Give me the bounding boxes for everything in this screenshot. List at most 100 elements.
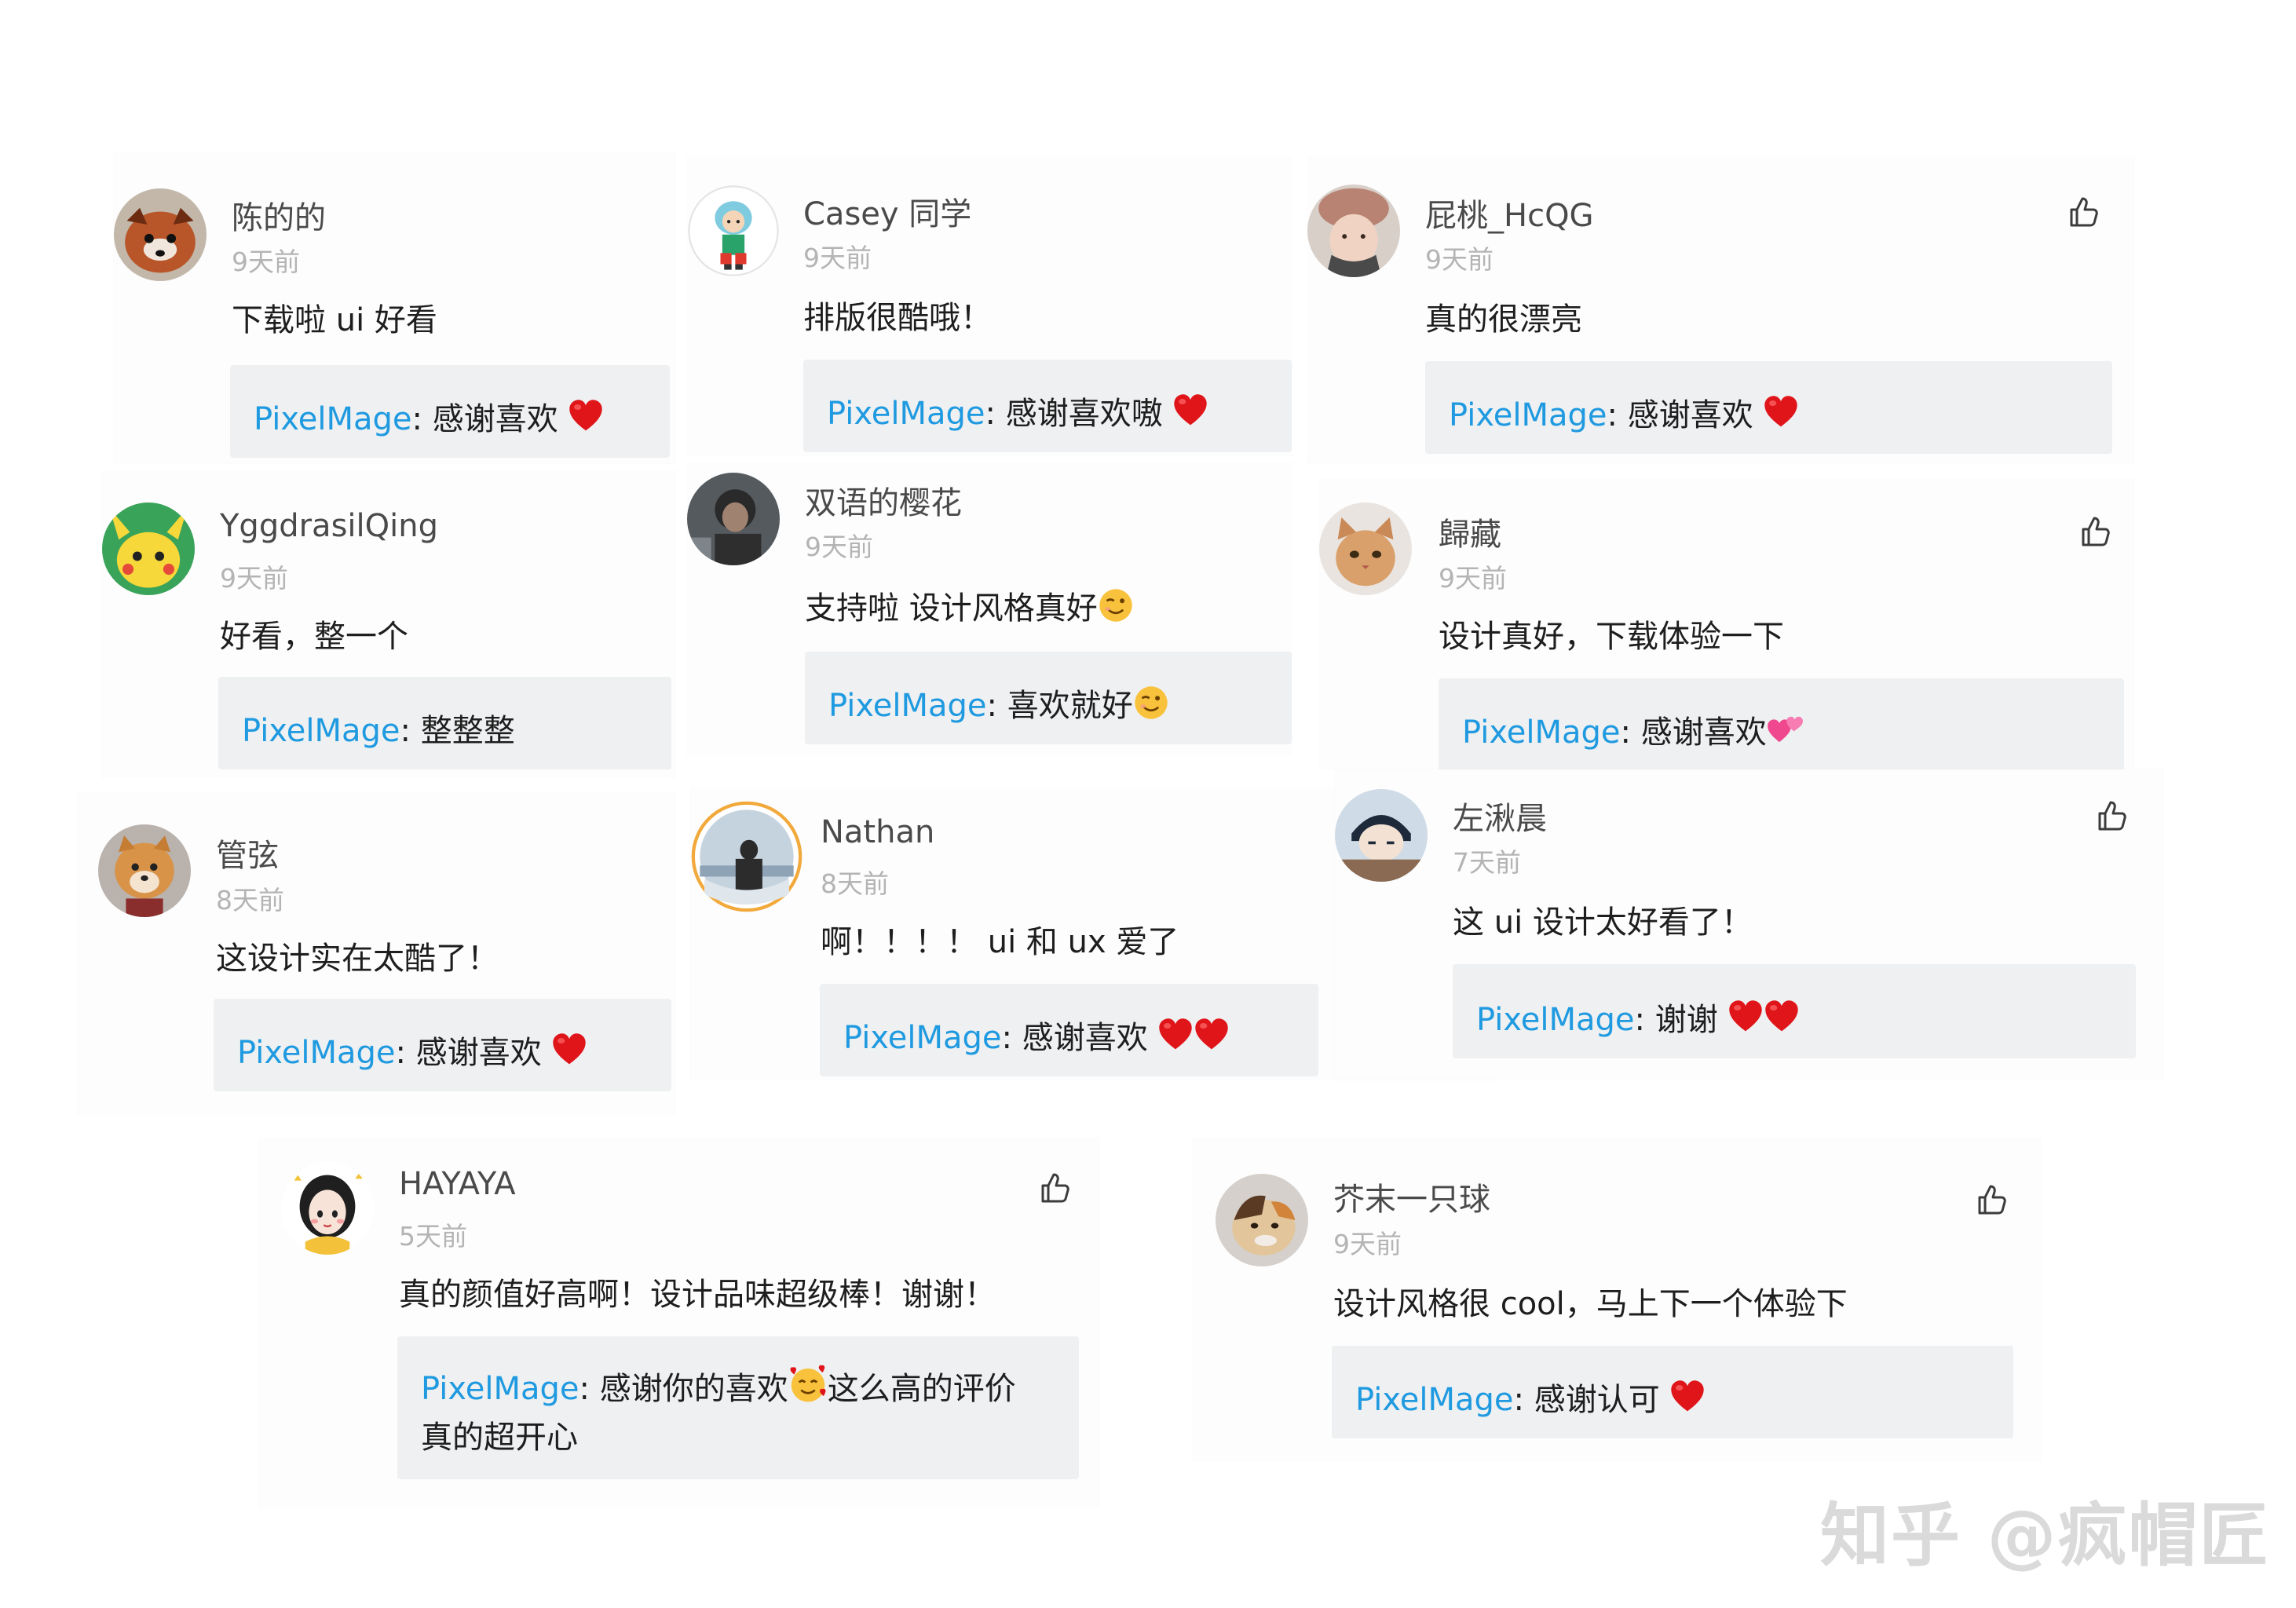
thumbs-up-icon[interactable] [1973, 1182, 2009, 1218]
comment-time: 9天前 [1425, 244, 1493, 275]
thumbs-up-icon[interactable] [2065, 194, 2101, 230]
user-name[interactable]: 芥末一只球 [1333, 1174, 1490, 1219]
reply-text: 感谢喜欢 [1627, 397, 1753, 433]
comment-card: Casey 同学 9天前 排版很酷哦！ PixelMage: 感谢喜欢嗷 [687, 157, 1292, 455]
comment-card: 歸藏 9天前 设计真好，下载体验一下 PixelMage: 感谢喜欢 [1319, 479, 2133, 771]
user-avatar[interactable] [1307, 185, 1400, 277]
author-reply: PixelMage: 感谢喜欢 [230, 365, 670, 458]
author-reply: PixelMage: 整整整 [218, 677, 671, 769]
user-avatar[interactable] [687, 185, 780, 277]
reply-author[interactable]: PixelMage [242, 713, 400, 749]
thumbs-up-icon[interactable] [1036, 1170, 1073, 1206]
comment-card: 双语的樱花 9天前 支持啦 设计风格真好 PixelMage: 喜欢就好 [687, 463, 1292, 754]
comment-time: 9天前 [232, 247, 300, 277]
comment-card: HAYAYA 5天前 真的颜值好高啊！设计品味超级棒！谢谢！ PixelMage… [259, 1138, 1099, 1508]
comment-card: 屁桃_HcQG 9天前 真的很漂亮 PixelMage: 感谢喜欢 [1307, 157, 2133, 463]
heart-emoji-icon [1727, 999, 1764, 1035]
comment-time: 9天前 [803, 243, 872, 273]
author-reply: PixelMage: 感谢喜欢 [1425, 361, 2112, 454]
heart-emoji-icon [568, 398, 604, 434]
author-reply: PixelMage: 感谢喜欢 [1439, 678, 2124, 771]
user-avatar[interactable] [687, 473, 780, 565]
reply-text: 感谢喜欢 [432, 401, 558, 437]
author-reply: PixelMage: 喜欢就好 [805, 652, 1292, 744]
wink-emoji-icon [1098, 587, 1134, 623]
user-name[interactable]: 双语的樱花 [805, 477, 962, 523]
comment-time: 7天前 [1453, 847, 1521, 878]
comment-time: 9天前 [1439, 563, 1507, 594]
user-avatar[interactable] [102, 502, 195, 595]
author-reply: PixelMage: 感谢喜欢嗷 [803, 360, 1292, 452]
user-avatar[interactable] [1335, 789, 1428, 882]
comment-time: 9天前 [220, 563, 288, 594]
user-avatar[interactable] [281, 1162, 374, 1255]
user-name[interactable]: HAYAYA [399, 1166, 516, 1202]
user-avatar[interactable] [114, 188, 207, 281]
heart-emoji-icon [1194, 1017, 1230, 1053]
comment-text: 设计真好，下载体验一下 [1439, 619, 1784, 655]
user-name[interactable]: 屁桃_HcQG [1425, 190, 1594, 236]
comment-text: 支持啦 设计风格真好 [805, 583, 1134, 628]
comment-time: 5天前 [399, 1221, 467, 1252]
reply-author[interactable]: PixelMage [1462, 714, 1621, 751]
comment-text: 这 ui 设计太好看了！ [1453, 904, 1753, 941]
reply-author[interactable]: PixelMage [827, 396, 985, 432]
reply-text: 感谢喜欢嗷 [1005, 396, 1163, 432]
comment-card: 芥末一只球 9天前 设计风格很 cool，马上下一个体验下 PixelMage:… [1194, 1138, 2042, 1460]
user-avatar[interactable] [1216, 1174, 1308, 1266]
reply-text: 感谢喜欢 [1640, 714, 1767, 751]
reply-author[interactable]: PixelMage [1449, 397, 1607, 433]
comment-time: 9天前 [805, 532, 873, 562]
comment-text: 真的很漂亮 [1425, 302, 1582, 338]
reply-text: 感谢认可 [1534, 1382, 1660, 1418]
reply-author[interactable]: PixelMage [1355, 1382, 1514, 1418]
thumbs-up-icon[interactable] [2093, 798, 2130, 834]
comment-time: 8天前 [821, 868, 889, 899]
comment-card: YggdrasilQing 9天前 好看，整一个 PixelMage: 整整整 [102, 471, 675, 777]
user-name[interactable]: Nathan [821, 814, 934, 850]
reply-author[interactable]: PixelMage [1476, 1002, 1635, 1038]
author-reply: PixelMage: 感谢喜欢 [820, 984, 1318, 1076]
author-reply: PixelMage: 谢谢 [1453, 964, 2136, 1058]
reply-text: 喜欢就好 [1007, 688, 1133, 724]
reply-author[interactable]: PixelMage [828, 688, 987, 724]
reply-author[interactable]: PixelMage [237, 1035, 396, 1071]
user-name[interactable]: 陈的的 [232, 192, 326, 238]
reply-text: 感谢喜欢 [415, 1035, 542, 1071]
heart-emoji-icon [1763, 394, 1799, 430]
comment-text: 真的颜值好高啊！设计品味超级棒！谢谢！ [399, 1277, 996, 1313]
author-reply: PixelMage: 感谢喜欢 [214, 999, 671, 1091]
comment-card: 左湫晨 7天前 这 ui 设计太好看了！ PixelMage: 谢谢 [1335, 769, 2163, 1080]
comment-text: 啊！！！！ ui 和 ux 爱了 [821, 924, 1179, 960]
reply-author[interactable]: PixelMage [421, 1371, 579, 1407]
reply-text-cont: 这么高的评价 [827, 1371, 1016, 1407]
author-reply: PixelMage: 感谢你的喜欢 这么高的评价 真的超开心 [397, 1336, 1079, 1479]
user-name[interactable]: 管弦 [216, 830, 279, 875]
wink-emoji-icon [1133, 685, 1169, 721]
comment-time: 9天前 [1333, 1229, 1402, 1259]
comment-card: 陈的的 9天前 下载啦 ui 好看 PixelMage: 感谢喜欢 [114, 153, 675, 463]
comment-text: 这设计实在太酷了！ [216, 941, 499, 977]
user-name[interactable]: YggdrasilQing [220, 508, 438, 544]
comment-time: 8天前 [216, 885, 284, 915]
site-watermark: 知乎 @疯帽匠 [1820, 1495, 2270, 1576]
reply-text: 感谢喜欢 [1022, 1020, 1148, 1056]
heart-emoji-icon [1669, 1379, 1706, 1415]
comment-text: 设计风格很 cool，马上下一个体验下 [1333, 1286, 1848, 1322]
user-name[interactable]: 左湫晨 [1453, 793, 1547, 839]
user-avatar[interactable] [691, 801, 803, 912]
two-hearts-emoji-icon [1767, 711, 1803, 747]
author-reply: PixelMage: 感谢认可 [1332, 1346, 2013, 1438]
reply-author[interactable]: PixelMage [254, 401, 412, 437]
reply-text: 整整整 [420, 713, 515, 749]
reply-text-line2: 真的超开心 [421, 1420, 578, 1456]
heart-emoji-icon [551, 1032, 587, 1068]
thumbs-up-icon[interactable] [2077, 513, 2113, 550]
reply-author[interactable]: PixelMage [843, 1020, 1002, 1056]
user-name[interactable]: 歸藏 [1439, 509, 1501, 554]
user-name[interactable]: Casey 同学 [803, 188, 971, 234]
heart-emoji-icon [1157, 1017, 1194, 1053]
user-avatar[interactable] [98, 824, 191, 917]
user-avatar[interactable] [1319, 502, 1412, 595]
reply-text: 谢谢 [1654, 1002, 1718, 1038]
